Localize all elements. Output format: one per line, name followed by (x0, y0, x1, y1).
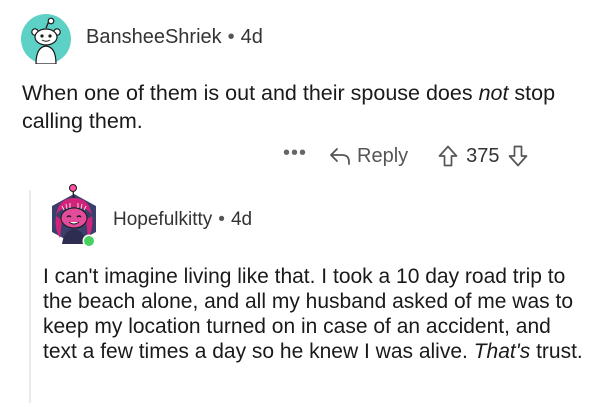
comment-body: I can't imagine living like that. I took… (43, 264, 583, 364)
downvote-arrow-icon[interactable] (508, 145, 528, 167)
vote-controls: 375 (438, 145, 527, 168)
snoo-avatar-pink-hair-icon (52, 184, 96, 248)
username[interactable]: Hopefulkitty (113, 209, 212, 230)
comment-text-emphasis: not (478, 81, 509, 105)
comment-text-tail: trust. (530, 340, 583, 363)
reddit-snoo-avatar-icon (21, 14, 71, 65)
avatar[interactable] (21, 14, 71, 65)
comment-age: 4d (230, 209, 253, 230)
more-options-button[interactable]: ••• (283, 143, 307, 163)
comment-actions: ••• Reply 375 (283, 141, 528, 171)
avatar[interactable] (44, 180, 104, 250)
upvote-arrow-icon[interactable] (438, 145, 458, 167)
reply-arrow-icon (330, 148, 350, 165)
comment-meta: Hopefulkitty • 4d (113, 209, 252, 231)
comment-body: When one of them is out and their spouse… (22, 79, 582, 135)
reply-button[interactable]: Reply (329, 145, 408, 168)
meta-separator: • (218, 209, 225, 230)
vote-score: 375 (466, 144, 500, 167)
thread-line[interactable] (29, 190, 31, 403)
comment-text-emphasis: That's (473, 340, 531, 363)
online-status-icon (84, 236, 94, 246)
username[interactable]: BansheeShriek (86, 26, 222, 48)
reply-label: Reply (357, 144, 409, 167)
comment-meta: BansheeShriek • 4d (86, 26, 263, 49)
meta-separator: • (227, 26, 235, 48)
comment-text: When one of them is out and their spouse… (22, 81, 479, 105)
comment-age: 4d (240, 26, 263, 48)
